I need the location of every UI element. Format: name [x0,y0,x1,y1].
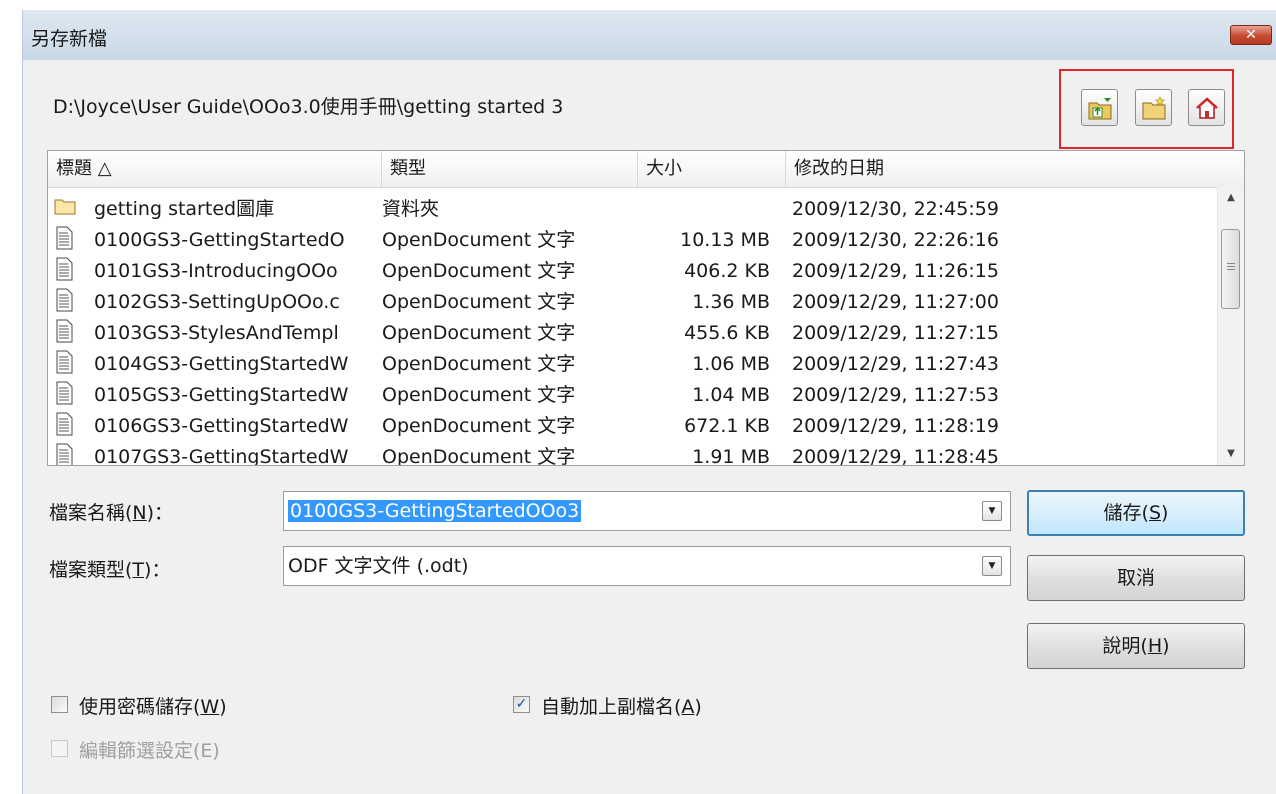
filetype-value: ODF 文字文件 (.odt) [288,555,469,577]
filename-combo[interactable]: 0100GS3-GettingStartedOOo3 ▼ [283,491,1011,531]
file-type: OpenDocument 文字 [382,353,576,375]
file-size: 1.04 MB [692,384,770,406]
file-name: 0101GS3-IntroducingOOo [94,260,338,282]
password-label[interactable]: 使用密碼儲存(W) [79,692,227,719]
file-row[interactable]: getting started圖庫 資料夾 2009/12/30, 22:45:59 [48,195,1216,223]
auto-extension-checkbox[interactable]: ✓ [513,696,530,713]
file-type: OpenDocument 文字 [382,322,576,344]
new-folder-button[interactable] [1135,89,1172,126]
file-type: OpenDocument 文字 [382,384,576,406]
file-size: 1.36 MB [692,291,770,313]
folder-up-button[interactable] [1081,89,1118,126]
file-size: 10.13 MB [680,229,770,251]
file-type: 資料夾 [382,198,440,220]
document-icon [54,412,78,440]
filename-dropdown-icon[interactable]: ▼ [982,501,1002,521]
column-header-type[interactable]: 類型 [382,151,638,187]
file-name: 0106GS3-GettingStartedW [94,415,349,437]
document-icon [54,319,78,347]
file-type: OpenDocument 文字 [382,446,576,466]
document-icon [54,226,78,254]
filename-label: 檔案名稱(N)： [49,502,174,524]
file-row[interactable]: 0105GS3-GettingStartedW OpenDocument 文字 1.… [48,381,1216,409]
document-icon [54,381,78,409]
file-modified: 2009/12/30, 22:26:16 [792,229,999,251]
folder-icon [54,195,78,223]
toolbar-icon-group [1059,69,1234,149]
file-type: OpenDocument 文字 [382,291,576,313]
filetype-label: 檔案類型(T)： [49,559,171,581]
file-modified: 2009/12/29, 11:27:15 [792,322,999,344]
scroll-thumb[interactable] [1221,229,1240,309]
document-icon [54,350,78,378]
file-size: 1.06 MB [692,353,770,375]
file-size: 406.2 KB [684,260,770,282]
cancel-button[interactable]: 取消 [1027,555,1245,601]
file-name: getting started圖庫 [94,198,275,220]
close-button[interactable]: ✕ [1230,25,1272,45]
home-button[interactable] [1188,89,1225,126]
file-name: 0100GS3-GettingStartedO [94,229,345,251]
save-button[interactable]: 儲存(S) [1027,490,1245,536]
filter-settings-checkbox [51,740,68,757]
filename-input[interactable]: 0100GS3-GettingStartedOOo3 [288,498,582,524]
title-bar[interactable]: 另存新檔 ✕ [23,10,1276,60]
file-name: 0107GS3-GettingStartedW [94,446,349,466]
file-type: OpenDocument 文字 [382,229,576,251]
file-row[interactable]: 0106GS3-GettingStartedW OpenDocument 文字 67… [48,412,1216,440]
file-row[interactable]: 0101GS3-IntroducingOOo OpenDocument 文字 406… [48,257,1216,285]
file-modified: 2009/12/30, 22:45:59 [792,198,999,220]
auto-extension-label[interactable]: 自動加上副檔名(A) [541,692,702,719]
document-icon [54,288,78,316]
file-name: 0105GS3-GettingStartedW [94,384,349,406]
file-modified: 2009/12/29, 11:27:53 [792,384,999,406]
file-modified: 2009/12/29, 11:28:19 [792,415,999,437]
file-modified: 2009/12/29, 11:27:00 [792,291,999,313]
file-type: OpenDocument 文字 [382,415,576,437]
file-row[interactable]: 0104GS3-GettingStartedW OpenDocument 文字 1.… [48,350,1216,378]
file-size: 455.6 KB [684,322,770,344]
document-icon [54,257,78,285]
filetype-dropdown-icon[interactable]: ▼ [982,556,1002,576]
help-button[interactable]: 說明(H) [1027,623,1245,669]
column-header-size[interactable]: 大小 [638,151,786,187]
file-modified: 2009/12/29, 11:26:15 [792,260,999,282]
file-list-header: 標題 △ 類型 大小 修改的日期 [48,151,1244,188]
column-header-name[interactable]: 標題 △ [48,151,382,187]
file-name: 0103GS3-StylesAndTempl [94,322,339,344]
scroll-up-icon[interactable]: ▲ [1218,187,1244,209]
column-header-modified[interactable]: 修改的日期 [786,151,1244,187]
file-name: 0104GS3-GettingStartedW [94,353,349,375]
file-row[interactable]: 0102GS3-SettingUpOOo.c OpenDocument 文字 1.3… [48,288,1216,316]
file-modified: 2009/12/29, 11:28:45 [792,446,999,466]
password-checkbox[interactable] [51,696,68,713]
file-row[interactable]: 0107GS3-GettingStartedW OpenDocument 文字 1.… [48,443,1216,466]
file-row[interactable]: 0100GS3-GettingStartedO OpenDocument 文字 10… [48,226,1216,254]
file-list[interactable]: 標題 △ 類型 大小 修改的日期 getting started圖庫 資料夾 200… [47,150,1245,466]
file-row[interactable]: 0103GS3-StylesAndTempl OpenDocument 文字 455… [48,319,1216,347]
file-size: 1.91 MB [692,446,770,466]
current-path: D:\Joyce\User Guide\OOo3.0使用手冊\getting s… [53,96,564,118]
file-type: OpenDocument 文字 [382,260,576,282]
filetype-select[interactable]: ODF 文字文件 (.odt) ▼ [283,546,1011,586]
document-icon [54,443,78,465]
file-size [622,195,770,223]
scroll-down-icon[interactable]: ▼ [1218,443,1244,465]
vertical-scrollbar[interactable]: ▲ ▼ [1217,187,1244,465]
file-name: 0102GS3-SettingUpOOo.c [94,291,340,313]
filter-settings-label: 編輯篩選設定(E) [79,740,220,762]
save-as-dialog: 另存新檔 ✕ D:\Joyce\User Guide\OOo3.0使用手冊\ge… [22,10,1276,794]
file-modified: 2009/12/29, 11:27:43 [792,353,999,375]
file-size: 672.1 KB [684,415,770,437]
dialog-title: 另存新檔 [31,28,108,50]
